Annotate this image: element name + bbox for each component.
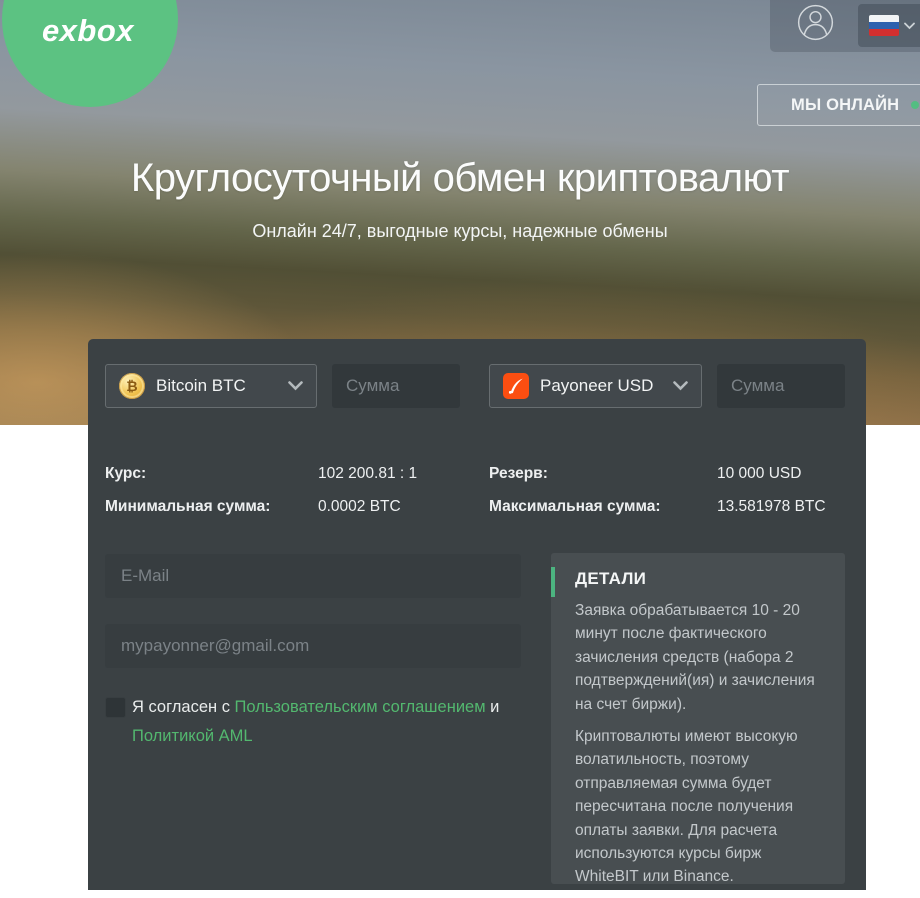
agreement-prefix: Я согласен с xyxy=(132,698,235,716)
max-sum-value: 13.581978 BTC xyxy=(717,498,826,515)
details-body: Заявка обрабатывается 10 - 20 минут посл… xyxy=(575,599,827,898)
min-sum-value: 0.0002 BTC xyxy=(318,498,401,515)
currency-to-label: Payoneer USD xyxy=(540,376,654,395)
rate-label: Курс: xyxy=(105,465,147,482)
logo-text: exbox xyxy=(41,13,135,48)
rate-value: 102 200.81 : 1 xyxy=(318,465,418,482)
max-sum-label: Максимальная сумма: xyxy=(489,498,661,515)
min-sum-label: Минимальная сумма: xyxy=(105,498,271,515)
logo[interactable]: exbox xyxy=(2,0,178,107)
details-title: ДЕТАЛИ xyxy=(575,569,647,588)
chevron-down-icon xyxy=(288,381,303,391)
aml-policy-link[interactable]: Политикой AML xyxy=(132,727,253,745)
agreement-text: Я согласен с Пользовательским соглашение… xyxy=(132,693,569,751)
email-field[interactable] xyxy=(105,554,521,598)
currency-from-select[interactable]: ₿ Bitcoin BTC xyxy=(105,364,317,408)
chevron-down-icon xyxy=(904,22,915,30)
details-paragraph: Криптовалюты имеют высокую волатильность… xyxy=(575,728,798,886)
page: exbox МЫ ОНЛАЙН Круглосуточный обмен кри… xyxy=(0,0,920,890)
chevron-down-icon xyxy=(673,381,688,391)
online-status-button[interactable]: МЫ ОНЛАЙН xyxy=(757,84,920,126)
amount-from-input[interactable] xyxy=(332,364,460,408)
reserve-label: Резерв: xyxy=(489,465,548,482)
online-status-label: МЫ ОНЛАЙН xyxy=(791,95,900,114)
user-account-icon[interactable] xyxy=(795,2,835,42)
page-subtitle: Онлайн 24/7, выгодные курсы, надежные об… xyxy=(252,221,668,241)
wallet-field[interactable] xyxy=(105,624,521,668)
details-accent-bar xyxy=(551,567,555,597)
page-title: Круглосуточный обмен криптовалют xyxy=(130,156,790,200)
bitcoin-coin-icon: ₿ xyxy=(119,373,145,399)
details-box: ДЕТАЛИ Заявка обрабатывается 10 - 20 мин… xyxy=(551,553,845,885)
payoneer-icon xyxy=(503,373,529,399)
online-dot-icon xyxy=(911,101,920,109)
terms-link[interactable]: Пользовательским соглашением xyxy=(235,698,486,716)
language-selector[interactable] xyxy=(858,4,920,47)
currency-to-select[interactable]: Payoneer USD xyxy=(489,364,702,408)
agreement-checkbox[interactable] xyxy=(105,697,126,718)
details-paragraph: Заявка обрабатывается 10 - 20 минут посл… xyxy=(575,602,815,713)
exchange-panel: ₿ Bitcoin BTC Payoneer USD Курс: 102 200… xyxy=(88,339,866,890)
amount-to-input[interactable] xyxy=(717,364,845,408)
currency-from-label: Bitcoin BTC xyxy=(156,376,246,395)
header-bar xyxy=(770,0,920,52)
russian-flag-icon xyxy=(869,15,899,36)
reserve-value: 10 000 USD xyxy=(717,465,802,482)
agreement-conjunction: и xyxy=(485,698,500,716)
